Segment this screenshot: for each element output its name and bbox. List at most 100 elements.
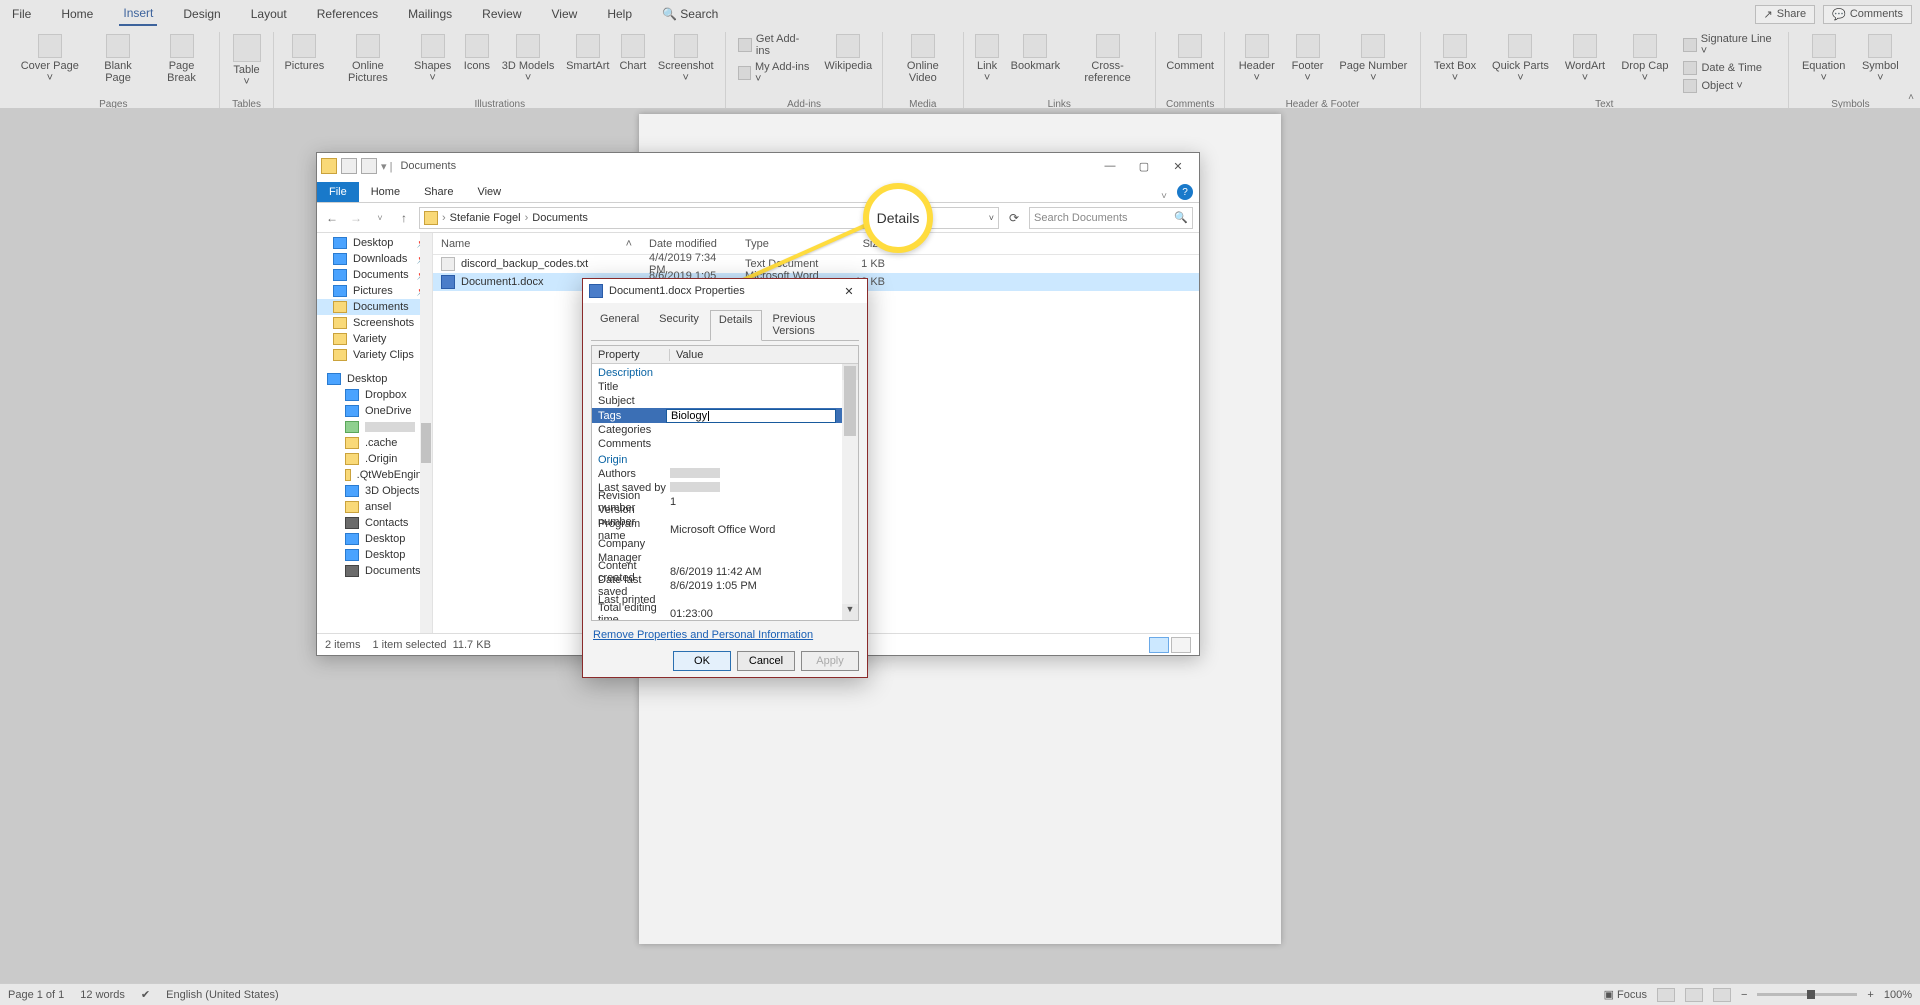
online-pictures-button[interactable]: Online Pictures [334, 32, 401, 84]
help-icon[interactable]: ? [1177, 184, 1193, 200]
ribbon-expand-icon[interactable]: ˅ [1157, 191, 1171, 202]
equation-button[interactable]: Equation ˅ [1799, 32, 1849, 84]
sidebar-item-3dobjects[interactable]: 3D Objects [317, 483, 432, 499]
symbol-button[interactable]: Symbol ˅ [1859, 32, 1902, 84]
ribbon-tab-layout[interactable]: Layout [247, 3, 291, 25]
smartart-button[interactable]: SmartArt [566, 32, 609, 72]
quick-parts-button[interactable]: Quick Parts ˅ [1489, 32, 1551, 84]
col-property[interactable]: Property [592, 349, 670, 361]
online-video-button[interactable]: Online Video [893, 32, 952, 84]
breadcrumb-dropdown-icon[interactable]: ˅ [989, 213, 994, 223]
status-words[interactable]: 12 words [80, 989, 125, 1001]
prop-subject[interactable]: Subject [592, 394, 842, 408]
ribbon-tab-references[interactable]: References [313, 3, 382, 25]
explorer-tab-file[interactable]: File [317, 182, 359, 202]
ribbon-tab-review[interactable]: Review [478, 3, 525, 25]
object-button[interactable]: Object ˅ [1681, 78, 1777, 94]
nav-forward-icon[interactable]: → [347, 211, 365, 225]
nav-up-icon[interactable]: ↑ [395, 211, 413, 225]
remove-properties-link[interactable]: Remove Properties and Personal Informati… [593, 629, 857, 641]
sidebar-item-contacts[interactable]: Contacts [317, 515, 432, 531]
blank-page-button[interactable]: Blank Page [92, 32, 145, 84]
new-folder-qat-icon[interactable] [361, 158, 377, 174]
prop-saved[interactable]: Date last saved8/6/2019 1:05 PM [592, 579, 842, 593]
nav-recent-icon[interactable]: ˅ [371, 213, 389, 223]
sidebar-item-screenshots[interactable]: Screenshots [317, 315, 432, 331]
sidebar-item-pictures[interactable]: Pictures📌 [317, 283, 432, 299]
search-input[interactable]: Search Documents🔍 [1029, 207, 1193, 229]
sidebar-item-desktop[interactable]: Desktop📌 [317, 235, 432, 251]
zoom-level[interactable]: 100% [1884, 989, 1912, 1001]
ribbon-tab-view[interactable]: View [548, 3, 582, 25]
sidebar-scrollbar[interactable] [420, 233, 432, 633]
properties-scrollbar[interactable]: ▲▼ [842, 364, 858, 620]
ribbon-search[interactable]: 🔍 Search [658, 3, 722, 25]
minimize-button[interactable]: — [1093, 156, 1127, 176]
refresh-icon[interactable]: ⟳ [1005, 211, 1023, 225]
col-value[interactable]: Value [670, 349, 858, 361]
sidebar-item-cache[interactable]: .cache [317, 435, 432, 451]
view-read-icon[interactable] [1657, 988, 1675, 1002]
page-number-button[interactable]: Page Number ˅ [1337, 32, 1410, 84]
breadcrumb-segment[interactable]: Documents [532, 212, 588, 224]
sidebar-item-qtwebengine[interactable]: .QtWebEngine [317, 467, 432, 483]
explorer-tab-view[interactable]: View [465, 182, 513, 202]
sidebar-item-downloads[interactable]: Downloads📌 [317, 251, 432, 267]
prop-tags[interactable]: Tags Biology [592, 408, 842, 423]
explorer-titlebar[interactable]: ▾ | Documents — ▢ ✕ [317, 153, 1199, 179]
chart-button[interactable]: Chart [619, 32, 646, 72]
sidebar-item-origin[interactable]: .Origin [317, 451, 432, 467]
view-large-icons-icon[interactable] [1171, 637, 1191, 653]
3d-models-button[interactable]: 3D Models ˅ [500, 32, 556, 84]
ribbon-tab-mailings[interactable]: Mailings [404, 3, 456, 25]
link-button[interactable]: Link ˅ [974, 32, 1001, 84]
sidebar-item-dropbox[interactable]: Dropbox [317, 387, 432, 403]
focus-mode-button[interactable]: ▣ Focus [1604, 988, 1647, 1001]
icons-button[interactable]: Icons [464, 32, 490, 72]
tab-security[interactable]: Security [650, 309, 708, 340]
ok-button[interactable]: OK [673, 651, 731, 671]
screenshot-button[interactable]: Screenshot ˅ [656, 32, 715, 84]
zoom-out-button[interactable]: − [1741, 989, 1747, 1001]
maximize-button[interactable]: ▢ [1127, 156, 1161, 176]
nav-back-icon[interactable]: ← [323, 211, 341, 225]
shapes-button[interactable]: Shapes ˅ [412, 32, 454, 84]
table-button[interactable]: Table ˅ [230, 32, 264, 88]
collapse-ribbon-icon[interactable]: ˄ [1908, 92, 1914, 103]
status-spellcheck-icon[interactable]: ✔ [141, 988, 150, 1001]
view-print-icon[interactable] [1685, 988, 1703, 1002]
prop-comments[interactable]: Comments [592, 437, 842, 451]
ribbon-tab-home[interactable]: Home [57, 3, 97, 25]
prop-authors[interactable]: Authors [592, 467, 842, 481]
bookmark-button[interactable]: Bookmark [1011, 32, 1061, 72]
status-language[interactable]: English (United States) [166, 989, 279, 1001]
explorer-sidebar[interactable]: Desktop📌 Downloads📌 Documents📌 Pictures📌… [317, 233, 433, 633]
zoom-in-button[interactable]: + [1867, 989, 1873, 1001]
ribbon-tab-file[interactable]: File [8, 3, 35, 25]
sidebar-item-variety[interactable]: Variety [317, 331, 432, 347]
prop-program[interactable]: Program nameMicrosoft Office Word [592, 523, 842, 537]
sort-asc-icon[interactable]: ˄ [626, 238, 632, 250]
pictures-button[interactable]: Pictures [284, 32, 324, 72]
sidebar-item-documents2[interactable]: Documents [317, 563, 432, 579]
ribbon-tab-insert[interactable]: Insert [119, 2, 157, 26]
text-box-button[interactable]: Text Box ˅ [1431, 32, 1480, 84]
sidebar-item-user[interactable] [317, 419, 432, 435]
signature-line-button[interactable]: Signature Line ˅ [1681, 32, 1777, 58]
explorer-tab-home[interactable]: Home [359, 182, 412, 202]
sidebar-item-desktop3[interactable]: Desktop [317, 547, 432, 563]
properties-qat-icon[interactable] [341, 158, 357, 174]
header-button[interactable]: Header ˅ [1235, 32, 1278, 84]
sidebar-item-desktop2[interactable]: Desktop [317, 531, 432, 547]
view-details-icon[interactable] [1149, 637, 1169, 653]
ribbon-tab-design[interactable]: Design [179, 3, 224, 25]
dialog-titlebar[interactable]: Document1.docx Properties ✕ [583, 279, 867, 303]
breadcrumb-segment[interactable]: Stefanie Fogel [450, 212, 521, 224]
close-button[interactable]: ✕ [1161, 156, 1195, 176]
sidebar-item-documents-sel[interactable]: Documents [317, 299, 432, 315]
footer-button[interactable]: Footer ˅ [1288, 32, 1327, 84]
page-break-button[interactable]: Page Break [155, 32, 209, 84]
status-page[interactable]: Page 1 of 1 [8, 989, 64, 1001]
sidebar-item-variety-clips[interactable]: Variety Clips [317, 347, 432, 363]
sidebar-item-ansel[interactable]: ansel [317, 499, 432, 515]
